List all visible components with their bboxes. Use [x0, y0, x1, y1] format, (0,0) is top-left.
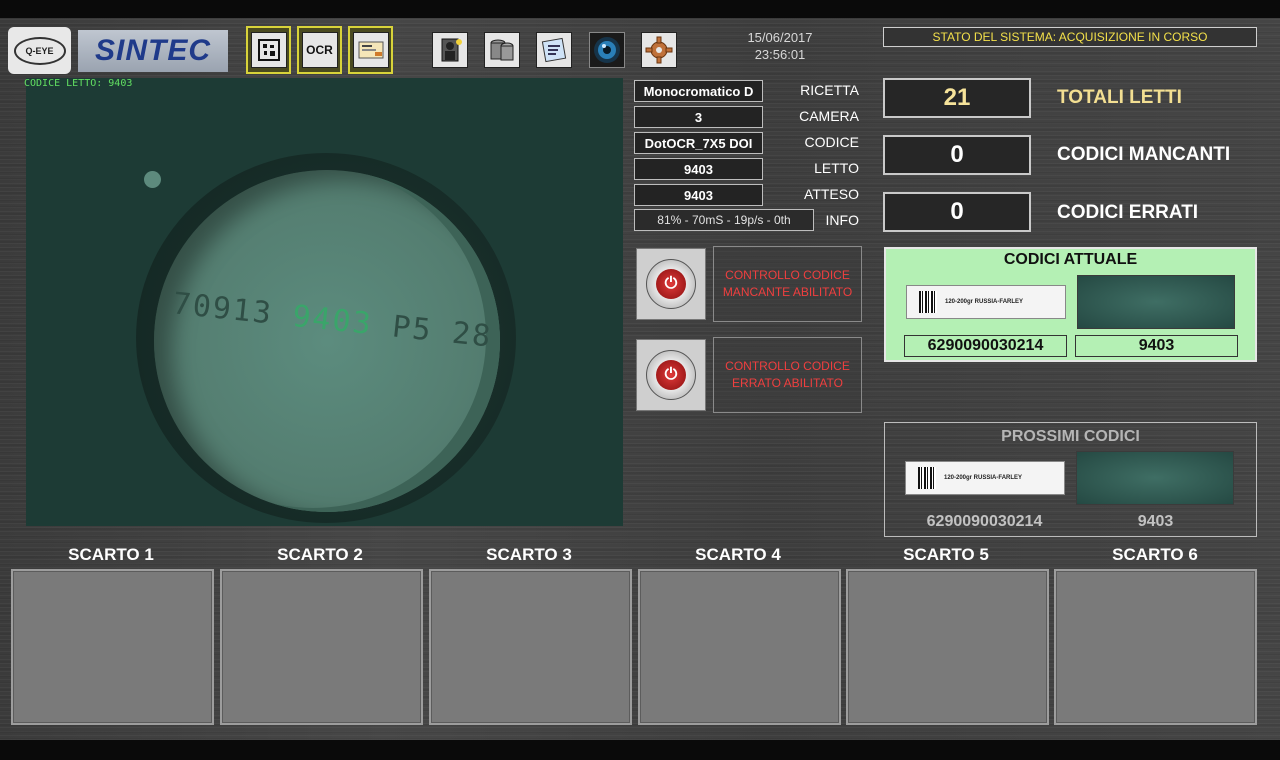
read-code-label: LETTO: [814, 160, 859, 176]
reject-slot-6-title: SCARTO 6: [1112, 545, 1198, 564]
date-text: 15/06/2017: [747, 30, 813, 45]
label-tool-button[interactable]: [348, 26, 393, 74]
datamatrix-tool-button[interactable]: [246, 26, 291, 74]
reject-slot-6[interactable]: [1054, 569, 1257, 725]
wrong-codes-label: CODICI ERRATI: [1057, 202, 1199, 223]
current-product-label-text: 120-200gr RUSSIA-FARLEY: [945, 299, 1024, 305]
recipe-label: RICETTA: [800, 82, 859, 98]
reject-slot-1[interactable]: [11, 569, 214, 725]
gear-icon: [640, 32, 677, 68]
next-cap-thumbnail: [1076, 451, 1234, 505]
total-read-label: TOTALI LETTI: [1057, 87, 1182, 108]
next-barcode-value: 6290090030214: [926, 513, 1043, 530]
total-read-counter: 21: [883, 78, 1031, 118]
recipe-field[interactable]: Monocromatico D: [634, 80, 763, 102]
code-type-label: CODICE: [804, 134, 859, 150]
ocr-tool-button[interactable]: OCR: [297, 26, 342, 74]
reject-slot-2-title: SCARTO 2: [277, 545, 363, 564]
camera-label: CAMERA: [799, 108, 859, 124]
next-product-label: 120-200gr RUSSIA-FARLEY: [905, 461, 1065, 495]
database-icon: [483, 32, 520, 68]
reject-slot-5[interactable]: [846, 569, 1049, 725]
power-ring: ⏻: [646, 350, 696, 400]
camera-field[interactable]: 3: [634, 106, 763, 128]
expected-code-field[interactable]: 9403: [634, 184, 763, 206]
reject-slot-2[interactable]: [220, 569, 423, 725]
reject-slot-4-title: SCARTO 4: [695, 545, 781, 564]
info-label: INFO: [825, 212, 859, 228]
next-code-value: 9403: [1137, 513, 1174, 530]
reject-slot-1-title: SCARTO 1: [68, 545, 154, 564]
missing-codes-label: CODICI MANCANTI: [1057, 144, 1231, 165]
wrong-code-control-label: CONTROLLO CODICE ERRATO ABILITATO: [713, 337, 862, 413]
user-tool-button[interactable]: [427, 26, 472, 74]
current-barcode-value: 6290090030214: [904, 335, 1067, 357]
code-type-field[interactable]: DotOCR_7X5 DOI: [634, 132, 763, 154]
cap-hole: [144, 171, 161, 188]
code-read-overlay: CODICE LETTO: 9403: [24, 78, 133, 89]
qeye-logo-text: Q-EYE: [13, 36, 66, 65]
power-icon: ⏻: [656, 269, 686, 299]
next-product-label-text: 120-200gr RUSSIA-FARLEY: [944, 475, 1023, 481]
reject-slot-3-title: SCARTO 3: [486, 545, 572, 564]
current-code-panel: CODICI ATTUALE 120-200gr RUSSIA-FARLEY 6…: [884, 247, 1257, 362]
camera-view-tool-button[interactable]: [584, 26, 629, 74]
expected-code-label: ATTESO: [804, 186, 859, 202]
system-status-banner: STATO DEL SISTEMA: ACQUISIZIONE IN CORSO: [883, 27, 1257, 47]
camera-live-view[interactable]: 70913 9403 P5 28: [26, 78, 623, 526]
power-ring: ⏻: [646, 259, 696, 309]
read-code-field: 9403: [634, 158, 763, 180]
datamatrix-icon: [250, 32, 287, 68]
next-code-panel: PROSSIMI CODICI 120-200gr RUSSIA-FARLEY …: [884, 422, 1257, 537]
current-code-title: CODICI ATTUALE: [1003, 251, 1138, 268]
hmi-screen: Q-EYE SINTEC OCR 15/06/2017 23:56:01 STA…: [0, 18, 1280, 740]
current-code-value: 9403: [1075, 335, 1238, 357]
ocr-tool-label: OCR: [306, 43, 333, 57]
label-icon: [352, 32, 389, 68]
sintec-logo: SINTEC: [78, 30, 228, 72]
database-tool-button[interactable]: [479, 26, 524, 74]
ocr-icon: OCR: [301, 32, 338, 68]
reject-slot-5-title: SCARTO 5: [903, 545, 989, 564]
reject-slot-3[interactable]: [429, 569, 632, 725]
barcode-icon: [918, 467, 936, 489]
current-product-label: 120-200gr RUSSIA-FARLEY: [906, 285, 1066, 319]
current-cap-thumbnail: [1077, 275, 1235, 329]
wrong-code-toggle-button[interactable]: ⏻: [636, 339, 706, 411]
date-time: 15/06/2017 23:56:01: [740, 29, 820, 63]
missing-codes-counter: 0: [883, 135, 1031, 175]
user-door-icon: [431, 32, 468, 68]
eye-lens-icon: [588, 32, 625, 68]
barcode-icon: [919, 291, 937, 313]
next-code-title: PROSSIMI CODICI: [1001, 428, 1140, 445]
report-tool-button[interactable]: [531, 26, 576, 74]
wrong-codes-counter: 0: [883, 192, 1031, 232]
power-icon: ⏻: [656, 360, 686, 390]
report-icon: [535, 32, 572, 68]
settings-tool-button[interactable]: [636, 26, 681, 74]
missing-code-control-label: CONTROLLO CODICE MANCANTE ABILITATO: [713, 246, 862, 322]
reject-slot-4[interactable]: [638, 569, 841, 725]
time-text: 23:56:01: [754, 47, 806, 62]
qeye-logo: Q-EYE: [8, 27, 71, 74]
missing-code-toggle-button[interactable]: ⏻: [636, 248, 706, 320]
